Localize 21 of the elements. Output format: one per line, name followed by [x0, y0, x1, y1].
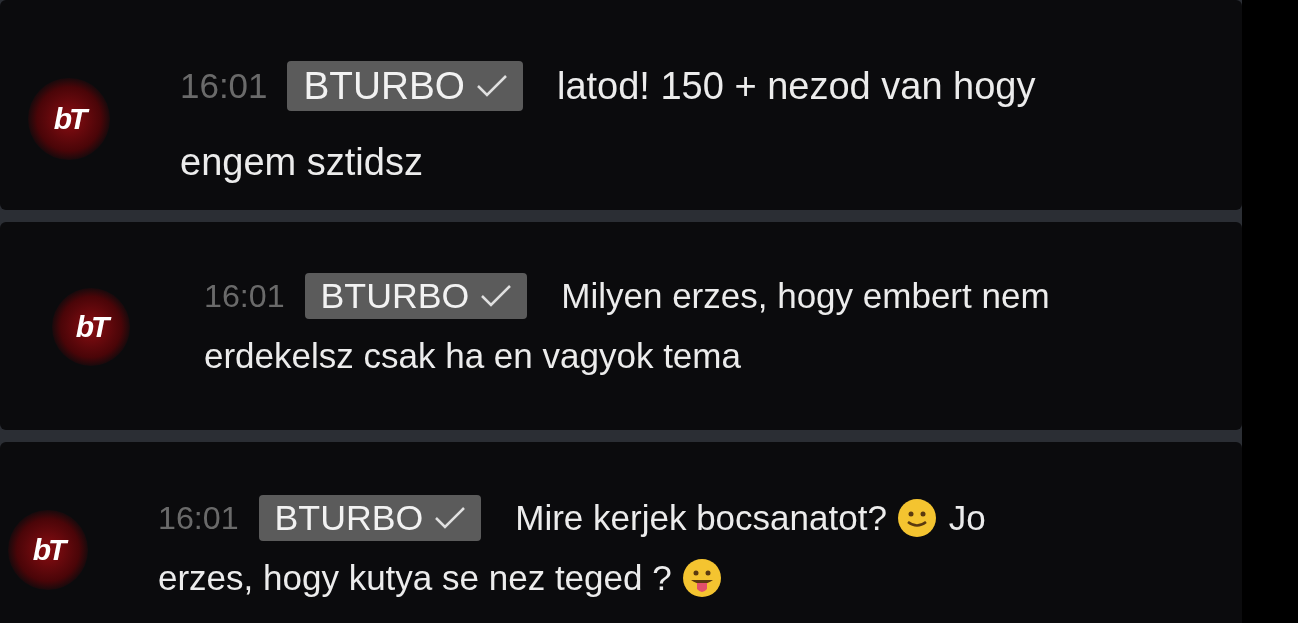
smiling-face-icon — [896, 498, 937, 538]
tongue-face-icon — [681, 558, 722, 598]
avatar: bT — [28, 78, 110, 160]
avatar: bT — [8, 510, 88, 590]
message-text: Jo — [948, 497, 986, 539]
message-time: 16:01 — [158, 499, 239, 538]
message-text: Mire kerjek bocsanatot? — [515, 497, 887, 539]
author-badge[interactable]: BTURBO — [287, 60, 523, 112]
message-text: erzes, hogy kutya se nez teged ? — [158, 557, 672, 599]
check-icon — [479, 283, 514, 309]
author-badge[interactable]: BTURBO — [258, 494, 482, 542]
message-text: engem sztidsz — [180, 140, 423, 185]
message-text: Milyen erzes, hogy embert nem — [561, 275, 1050, 317]
message-text: erdekelsz csak ha en vagyok tema — [204, 335, 741, 377]
message-time: 16:01 — [204, 277, 285, 316]
avatar: bT — [52, 288, 130, 366]
message-text: latod! 150 + nezod van hogy — [556, 64, 1036, 109]
check-icon — [474, 73, 509, 99]
message-time: 16:01 — [180, 65, 268, 107]
author-badge[interactable]: BTURBO — [304, 272, 528, 320]
check-icon — [433, 505, 468, 531]
